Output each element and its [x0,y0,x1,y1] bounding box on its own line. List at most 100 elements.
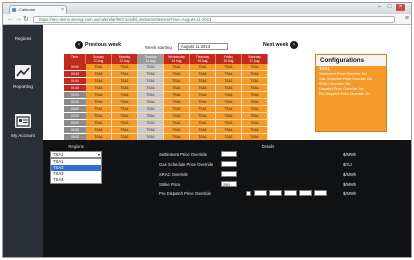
pre-dispatch-price-input[interactable] [269,190,282,196]
pre-dispatch-price-input[interactable] [284,190,297,196]
pre-dispatch-price-checkbox[interactable] [246,191,251,196]
schedule-cell[interactable]: TSA1 [216,99,242,106]
maximize-icon[interactable]: □ [385,4,394,11]
schedule-cell[interactable]: TSA1 [190,71,216,78]
reload-icon[interactable]: ↻ [23,15,29,24]
back-icon[interactable]: ← [7,15,14,24]
sidebar-item-my-account[interactable]: My Account [3,133,43,138]
schedule-cell[interactable]: TSA1 [164,85,190,92]
url-field[interactable]: https://sec-demo.sinergi.com.au/calendar… [33,16,395,23]
schedule-cell[interactable]: TSA1 [164,127,190,134]
schedule-cell[interactable]: TSA1 [138,64,164,71]
schedule-cell[interactable]: TSA1 [164,78,190,85]
schedule-cell[interactable]: TSA1 [216,92,242,99]
day-header[interactable]: Saturday 17 Aug [242,54,268,64]
day-header[interactable]: Friday 16 Aug [216,54,242,64]
schedule-cell[interactable]: TSA1 [216,78,242,85]
schedule-cell[interactable]: TSA1 [86,78,112,85]
pre-dispatch-price-input[interactable] [314,190,327,196]
schedule-cell[interactable]: TSA1 [112,85,138,92]
id-card-icon[interactable] [15,114,31,128]
schedule-cell[interactable]: TSA1 [216,64,242,71]
schedule-cell[interactable]: TSA1 [164,64,190,71]
schedule-cell[interactable]: TSA1 [112,120,138,127]
schedule-cell[interactable]: TSA1 [138,113,164,120]
schedule-cell[interactable]: TSA1 [216,71,242,78]
schedule-cell[interactable]: TSA1 [138,106,164,113]
schedule-cell[interactable]: TSA1 [86,113,112,120]
tab-calendar[interactable]: Calendar × [9,5,67,14]
schedule-cell[interactable]: TSA1 [190,127,216,134]
schedule-cell[interactable]: TSA1 [138,85,164,92]
schedule-cell[interactable]: TSA1 [112,127,138,134]
schedule-cell[interactable]: TSA1 [112,106,138,113]
previous-week-label[interactable]: Previous week [85,42,121,48]
sidebar-item-reporting[interactable]: Reporting [3,84,43,89]
week-starting-input[interactable]: August 11 2013 [178,43,228,50]
schedule-cell[interactable]: TSA1 [138,120,164,127]
schedule-cell[interactable]: TSA1 [242,106,268,113]
schedule-cell[interactable]: TSA1 [86,92,112,99]
schedule-cell[interactable]: TSA1 [242,71,268,78]
close-window-icon[interactable]: × [396,4,405,11]
pre-dispatch-price-input[interactable] [299,190,312,196]
schedule-cell[interactable]: TSA1 [86,71,112,78]
schedule-cell[interactable]: TSA1 [190,113,216,120]
schedule-cell[interactable]: TSA1 [164,106,190,113]
schedule-cell[interactable]: TSA1 [164,92,190,99]
schedule-cell[interactable]: TSA1 [242,99,268,106]
day-header[interactable]: Sunday 11 Aug [86,54,112,64]
schedule-cell[interactable]: TSA1 [112,92,138,99]
schedule-cell[interactable]: TSA1 [112,71,138,78]
minimize-icon[interactable]: – [375,4,384,11]
schedule-cell[interactable]: TSA1 [216,120,242,127]
schedule-cell[interactable]: TSA1 [190,64,216,71]
menu-icon[interactable]: ≡ [405,15,409,22]
schedule-cell[interactable]: TSA1 [242,64,268,71]
sidebar-item-regions[interactable]: Regions [3,36,43,41]
day-header[interactable]: Thursday 15 Aug [190,54,216,64]
settlement-price-override-input[interactable] [221,151,237,157]
schedule-cell[interactable]: TSA1 [164,71,190,78]
schedule-cell[interactable]: TSA1 [164,113,190,120]
day-header[interactable]: Monday 12 Aug [112,54,138,64]
schedule-cell[interactable]: TSA1 [190,120,216,127]
forward-icon[interactable]: → [15,15,22,24]
schedule-cell[interactable]: TSA1 [164,120,190,127]
schedule-cell[interactable]: TSA1 [112,64,138,71]
gas-schedule-price-override-input[interactable] [221,161,237,167]
schedule-cell[interactable]: TSA1 [190,78,216,85]
srac-override-input[interactable] [221,171,237,177]
schedule-cell[interactable]: TSA1 [242,113,268,120]
chart-icon[interactable] [15,65,31,79]
schedule-cell[interactable]: TSA1 [86,99,112,106]
schedule-cell[interactable]: TSA1 [138,71,164,78]
day-header[interactable]: Wednesday 14 Aug [164,54,190,64]
region-option[interactable]: TSA4 [51,177,101,183]
schedule-cell[interactable]: TSA1 [138,92,164,99]
schedule-cell[interactable]: TSA1 [242,127,268,134]
schedule-cell[interactable]: TSA1 [216,106,242,113]
pre-dispatch-price-input[interactable] [254,190,267,196]
schedule-cell[interactable]: TSA1 [112,99,138,106]
day-header[interactable]: Tuesday 13 Aug [138,54,164,64]
schedule-cell[interactable]: TSA1 [190,92,216,99]
schedule-cell[interactable]: TSA1 [190,106,216,113]
strike-price-input[interactable]: 250 [221,181,237,187]
schedule-cell[interactable]: TSA1 [112,78,138,85]
schedule-cell[interactable]: TSA1 [216,127,242,134]
next-week-label[interactable]: Next week [263,42,288,48]
schedule-cell[interactable]: TSA1 [112,113,138,120]
schedule-cell[interactable]: TSA1 [86,85,112,92]
schedule-cell[interactable]: TSA1 [164,99,190,106]
previous-week-button[interactable]: ‹ [75,41,83,49]
schedule-cell[interactable]: TSA1 [216,85,242,92]
schedule-cell[interactable]: TSA1 [242,78,268,85]
schedule-cell[interactable]: TSA1 [138,127,164,134]
schedule-cell[interactable]: TSA1 [138,99,164,106]
schedule-cell[interactable]: TSA1 [242,120,268,127]
schedule-cell[interactable]: TSA1 [242,92,268,99]
schedule-cell[interactable]: TSA1 [86,120,112,127]
schedule-cell[interactable]: TSA1 [86,127,112,134]
schedule-cell[interactable]: TSA1 [190,85,216,92]
